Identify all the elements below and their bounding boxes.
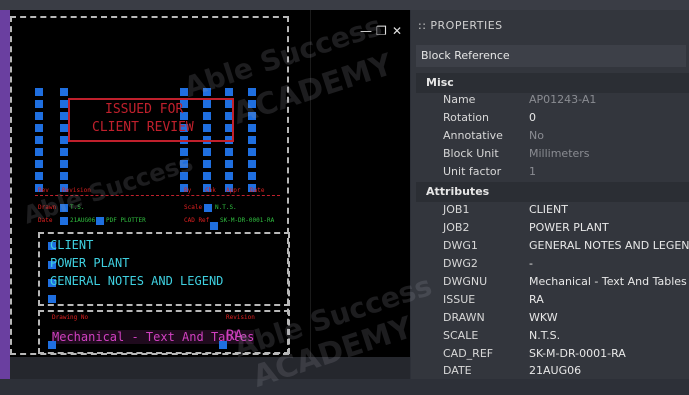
label-dwgno: Drawing No <box>52 314 89 321</box>
prop-row-name[interactable]: Name AP01243-A1 <box>416 91 689 109</box>
prop-key: Annotative <box>443 129 503 142</box>
title-line-1: CLIENT <box>50 238 94 252</box>
attr-key: DWGNU <box>443 275 488 288</box>
grip-plotter[interactable] <box>96 217 104 225</box>
attributes-section-label: Attributes <box>426 185 490 198</box>
prop-row-rotation[interactable]: Rotation 0 <box>416 109 689 127</box>
left-edge-strip <box>0 10 10 379</box>
attr-row-dwg2[interactable]: DWG2 - <box>416 255 689 273</box>
title-line-3: GENERAL NOTES AND LEGEND <box>50 274 224 288</box>
attr-row-dwgnu[interactable]: DWGNU Mechanical - Text And Tables <box>416 273 689 291</box>
value-cadref: SK-M-DR-0001-RA <box>220 217 275 224</box>
attr-row-date[interactable]: DATE 21AUG06 <box>416 362 689 380</box>
stamp-line-1: ISSUED FOR <box>105 102 184 117</box>
attr-row-cad-ref[interactable]: CAD_REF SK-M-DR-0001-RA <box>416 345 689 363</box>
close-icon[interactable]: ✕ <box>392 24 402 38</box>
value-scale: N.T.S. <box>215 204 237 211</box>
value-plotter: PDF PLOTTER <box>106 217 146 224</box>
attr-value[interactable]: CLIENT <box>529 203 568 216</box>
attr-key: DRAWN <box>443 311 485 324</box>
attr-value[interactable]: SK-M-DR-0001-RA <box>529 347 626 360</box>
grip-issue[interactable] <box>219 341 227 349</box>
prop-value: Millimeters <box>529 147 590 160</box>
attr-row-dwg1[interactable]: DWG1 GENERAL NOTES AND LEGEND <box>416 237 689 255</box>
prop-key: Name <box>443 93 476 106</box>
prop-value: No <box>529 129 544 142</box>
selection-dropdown[interactable]: Block Reference <box>416 45 686 67</box>
misc-section-header[interactable]: Misc <box>416 73 689 93</box>
prop-key: Unit factor <box>443 165 502 178</box>
prop-row-unit-factor[interactable]: Unit factor 1 <box>416 163 689 181</box>
top-toolbar-strip <box>0 0 689 10</box>
selection-label: Block Reference <box>421 49 510 62</box>
prop-value[interactable]: 0 <box>529 111 536 124</box>
attr-value[interactable]: 21AUG06 <box>529 364 581 377</box>
rev-header-by: By <box>184 187 192 194</box>
attributes-section-header[interactable]: Attributes <box>416 182 689 202</box>
attr-key: JOB2 <box>443 221 470 234</box>
attr-key: DWG2 <box>443 257 478 270</box>
attr-value[interactable]: WKW <box>529 311 558 324</box>
value-date: 21AUG06 <box>70 217 96 224</box>
label-scale: Scale <box>184 204 203 211</box>
attr-value[interactable]: RA <box>529 293 544 306</box>
rev-header-appr: Appr <box>226 187 241 194</box>
stamp-line-2: CLIENT REVIEW <box>92 120 194 135</box>
attr-key: SCALE <box>443 329 479 342</box>
prop-key: Block Unit <box>443 147 499 160</box>
attr-row-drawn[interactable]: DRAWN WKW <box>416 309 689 327</box>
attr-value[interactable]: Mechanical - Text And Tables <box>529 275 687 288</box>
prop-value: AP01243-A1 <box>529 93 597 106</box>
attr-key: ISSUE <box>443 293 476 306</box>
prop-key: Rotation <box>443 111 490 124</box>
attr-value[interactable]: GENERAL NOTES AND LEGEND <box>529 239 689 252</box>
attr-value[interactable]: N.T.S. <box>529 329 560 342</box>
grip-cadref[interactable] <box>210 222 218 230</box>
label-cadref: CAD Ref <box>184 217 210 224</box>
attr-value[interactable]: POWER PLANT <box>529 221 609 234</box>
prop-row-block-unit[interactable]: Block Unit Millimeters <box>416 145 689 163</box>
attr-key: DWG1 <box>443 239 478 252</box>
properties-title: :: PROPERTIES <box>418 19 503 32</box>
prop-value: 1 <box>529 165 536 178</box>
attr-value[interactable]: - <box>529 257 533 270</box>
grip-dwgno[interactable] <box>48 341 56 349</box>
misc-section-label: Misc <box>426 76 454 89</box>
prop-row-annotative[interactable]: Annotative No <box>416 127 689 145</box>
grip-scale[interactable] <box>204 204 212 212</box>
grip-title-4[interactable] <box>48 295 56 303</box>
attr-row-job1[interactable]: JOB1 CLIENT <box>416 201 689 219</box>
attr-key: DATE <box>443 364 472 377</box>
attr-row-scale[interactable]: SCALE N.T.S. <box>416 327 689 345</box>
attr-key: JOB1 <box>443 203 470 216</box>
title-line-2: POWER PLANT <box>50 256 130 270</box>
attr-row-job2[interactable]: JOB2 POWER PLANT <box>416 219 689 237</box>
attr-row-issue[interactable]: ISSUE RA <box>416 291 689 309</box>
attr-key: CAD_REF <box>443 347 494 360</box>
rev-header-date: Date <box>250 187 265 194</box>
label-revision: Revision <box>226 314 255 321</box>
rev-header-chk: Chk <box>205 187 216 194</box>
